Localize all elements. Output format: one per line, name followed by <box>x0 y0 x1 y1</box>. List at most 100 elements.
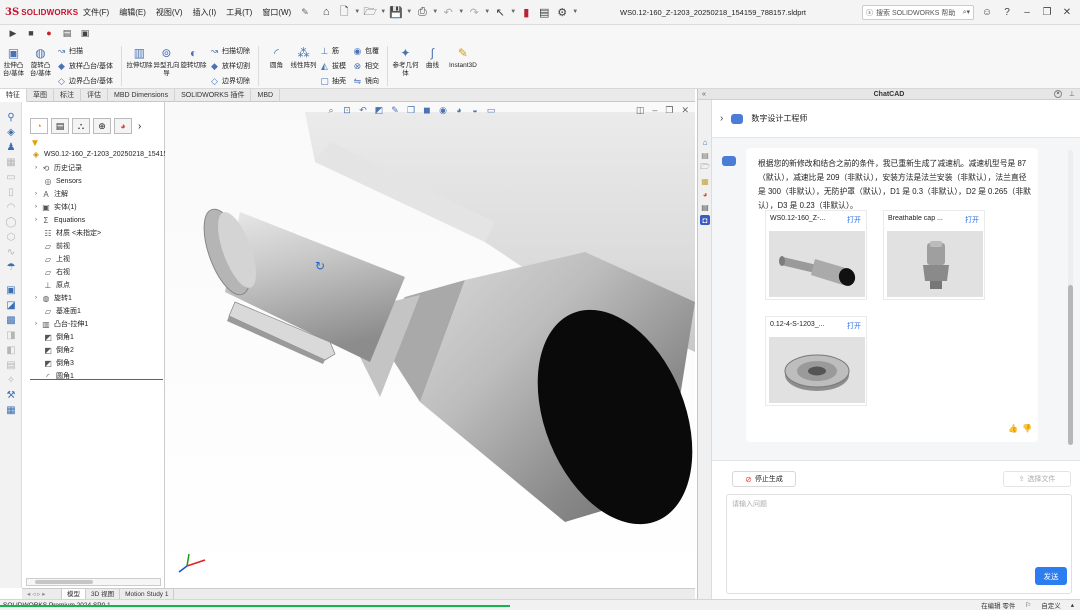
display-manager-tab-icon[interactable]: ◕ <box>114 118 132 134</box>
help-question-icon[interactable]: ? <box>1000 7 1014 18</box>
section-view-icon[interactable]: ☂ <box>0 260 22 274</box>
record-macro-icon[interactable]: ● <box>42 26 56 40</box>
agent-selector[interactable]: › 数字设计工程师 <box>712 100 1080 138</box>
property-manager-tab-icon[interactable]: ▤ <box>51 118 69 134</box>
extrude-boss-button[interactable]: ▣ 拉伸凸台/基体 <box>0 43 27 89</box>
menu-file[interactable]: 文件(F) <box>78 0 114 25</box>
chevron-down-icon[interactable]: ▼ <box>484 9 490 15</box>
previous-view-icon[interactable]: ↶ <box>357 105 369 117</box>
wrap-button[interactable]: ◉ 包覆 <box>352 45 379 57</box>
tab-markup[interactable]: 标注 <box>54 89 81 102</box>
flange-gear-thumbnail[interactable] <box>769 337 865 403</box>
viewport-close-icon[interactable]: ✕ <box>681 105 689 116</box>
card-open-link[interactable]: 打开 <box>965 215 979 225</box>
tree-node[interactable]: › ◍ 旋转1 <box>32 292 72 304</box>
menu-edit[interactable]: 编辑(E) <box>114 0 151 25</box>
save-icon[interactable]: 💾 <box>388 4 404 20</box>
mirror-button[interactable]: ⇋ 镜向 <box>352 75 379 87</box>
menu-view[interactable]: 视图(V) <box>151 0 188 25</box>
smart-dimension-icon[interactable]: ⚲ <box>0 110 22 124</box>
tree-node[interactable]: ◩ 倒角1 <box>34 331 74 343</box>
home-resources-icon[interactable]: ⌂ <box>700 137 710 147</box>
tree-node[interactable]: › Σ Equations <box>32 214 85 226</box>
tools-icon[interactable]: ⚒ <box>0 388 22 402</box>
expand-chevron-icon[interactable]: › <box>32 191 40 197</box>
arc-icon[interactable]: ◠ <box>0 200 22 214</box>
expand-chevron-icon[interactable]: › <box>32 217 40 223</box>
draft-button[interactable]: ◭ 拔模 <box>319 60 346 72</box>
stop-generating-button[interactable]: ⊘ 停止生成 <box>732 471 796 487</box>
tree-node[interactable]: ▱ 上视 <box>34 253 70 265</box>
graphics-area[interactable]: ↻ ⌕ ⊡ ↶ ◩ ✎ ❒ ◼ ◉ ◕ ◒ ▭ ◫ – ❐ ✕ <box>165 102 695 588</box>
tree-node[interactable]: › ⟲ 历史记录 <box>32 162 82 174</box>
dimxpert-tab-icon[interactable]: ⊕ <box>93 118 111 134</box>
lofted-cut-button[interactable]: ◆ 放样切割 <box>209 60 250 72</box>
stop-icon[interactable]: ■ <box>24 26 38 40</box>
tab-sketch[interactable]: 草图 <box>27 89 54 102</box>
file-properties-icon[interactable]: ▤ <box>536 4 552 20</box>
render-icon[interactable]: ◧ <box>0 343 22 357</box>
rollback-bar[interactable] <box>30 379 163 380</box>
file-explorer-icon[interactable]: 🗁 <box>700 162 710 173</box>
chevron-down-icon[interactable]: ▼ <box>510 9 516 15</box>
tree-node[interactable]: ▱ 基准面1 <box>34 305 81 317</box>
section-view-icon[interactable]: ◩ <box>373 105 385 117</box>
camera-icon[interactable]: ▤ <box>0 358 22 372</box>
menu-window[interactable]: 窗口(W) <box>257 0 296 25</box>
expand-chevron-icon[interactable]: › <box>32 165 40 171</box>
tree-node[interactable]: › A 注解 <box>32 188 68 200</box>
options-gear-icon[interactable]: ⚙ <box>554 4 570 20</box>
tabs-scroll-arrows[interactable]: ◂ ◃ ▹ ▸ <box>22 588 62 600</box>
chevron-down-icon[interactable]: ▼ <box>432 9 438 15</box>
breather-cap-thumbnail[interactable] <box>887 231 983 297</box>
chevron-down-icon[interactable]: ▼ <box>354 9 360 15</box>
thumbs-down-icon[interactable]: 👎 <box>1022 424 1032 433</box>
expand-chevron-icon[interactable]: › <box>32 204 40 210</box>
chevron-down-icon[interactable]: ▼ <box>380 9 386 15</box>
tab-3d-views[interactable]: 3D 视图 <box>86 588 121 600</box>
configuration-manager-tab-icon[interactable]: ⛬ <box>72 118 90 134</box>
tree-node[interactable]: ◩ 倒角3 <box>34 357 74 369</box>
scene-icon[interactable]: ◨ <box>0 328 22 342</box>
hide-show-icon[interactable]: ◪ <box>0 298 22 312</box>
circle-icon[interactable]: ◯ <box>0 215 22 229</box>
viewport-minimize-icon[interactable]: – <box>652 105 657 116</box>
display-style-icon[interactable]: ◼ <box>421 105 433 117</box>
boundary-boss-button[interactable]: ◇ 边界凸台/基体 <box>56 75 113 87</box>
swept-cut-button[interactable]: ↝ 扫描切除 <box>209 45 250 57</box>
chevron-down-icon[interactable]: ▼ <box>406 9 412 15</box>
tree-node[interactable]: ◎ Sensors <box>34 175 82 187</box>
revolve-cut-button[interactable]: ◐ 旋转切除 <box>180 43 207 89</box>
view-orientation-icon[interactable]: ◈ <box>0 125 22 139</box>
linear-pattern-button[interactable]: ⁂ 线性阵列 <box>290 43 317 89</box>
choose-file-button[interactable]: ⇪ 选择文件 <box>1003 471 1071 487</box>
shell-button[interactable]: ▢ 抽壳 <box>319 75 346 87</box>
close-icon[interactable]: ✕ <box>1060 7 1074 18</box>
tab-model[interactable]: 模型 <box>62 588 86 600</box>
chevron-down-icon[interactable]: ▼ <box>458 9 464 15</box>
measure-icon[interactable]: ♟ <box>0 140 22 154</box>
pin-icon[interactable]: ⊥ <box>1069 89 1075 100</box>
status-units[interactable]: 自定义 <box>1041 600 1061 610</box>
expand-chevron-icon[interactable]: › <box>32 295 40 301</box>
viewport-tile-icon[interactable]: ◫ <box>636 105 645 116</box>
fillet-button[interactable]: ◜ 圆角 <box>263 43 290 89</box>
rebuild-status-icon[interactable]: ⚐ <box>1025 601 1031 609</box>
view-orientation-icon[interactable]: ❒ <box>405 105 417 117</box>
appearance-icon[interactable]: ▩ <box>0 313 22 327</box>
question-input[interactable] <box>726 494 1072 594</box>
home-icon[interactable]: ⌂ <box>318 4 334 20</box>
tab-motion-study[interactable]: Motion Study 1 <box>120 588 175 600</box>
spline-icon[interactable]: ∿ <box>0 245 22 259</box>
tab-mbd[interactable]: MBD <box>251 89 281 102</box>
revolve-boss-button[interactable]: ◍ 旋转凸台/基体 <box>27 43 54 89</box>
sweep-button[interactable]: ↝ 扫描 <box>56 45 113 57</box>
curves-button[interactable]: ∫ 曲线 <box>419 43 446 89</box>
tree-node[interactable]: ⊥ 原点 <box>34 279 70 291</box>
tab-mbd-dimensions[interactable]: MBD Dimensions <box>108 89 176 102</box>
sketch-icon[interactable]: ▦ <box>0 155 22 169</box>
dynamic-annotation-icon[interactable]: ✎ <box>389 105 401 117</box>
line-icon[interactable]: ▭ <box>0 170 22 184</box>
open-icon[interactable]: 🗁 <box>362 4 378 20</box>
search-icon[interactable]: ⌕▾ <box>963 8 970 17</box>
